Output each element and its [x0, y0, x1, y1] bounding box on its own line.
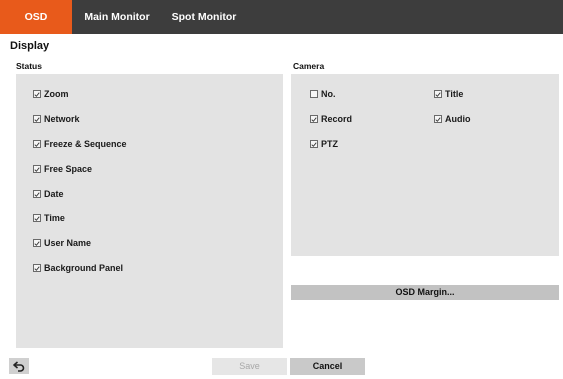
checkbox-zoom[interactable]: Zoom — [33, 89, 69, 99]
checkbox-icon[interactable] — [33, 239, 41, 247]
checkbox-label: Zoom — [44, 89, 69, 99]
checkbox-date[interactable]: Date — [33, 189, 64, 199]
tab-bar: OSD Main Monitor Spot Monitor — [0, 0, 563, 34]
checkbox-freeze-sequence[interactable]: Freeze & Sequence — [33, 139, 127, 149]
checkbox-icon[interactable] — [310, 90, 318, 98]
checkbox-icon[interactable] — [434, 115, 442, 123]
status-label: Status — [16, 61, 42, 71]
checkbox-icon[interactable] — [310, 140, 318, 148]
checkbox-icon[interactable] — [33, 190, 41, 198]
save-button[interactable]: Save — [212, 358, 287, 375]
back-arrow-icon — [13, 360, 25, 372]
checkbox-label: No. — [321, 89, 336, 99]
checkbox-label: PTZ — [321, 139, 338, 149]
checkbox-icon[interactable] — [33, 90, 41, 98]
checkbox-label: Time — [44, 213, 65, 223]
checkbox-icon[interactable] — [33, 115, 41, 123]
checkbox-record[interactable]: Record — [310, 114, 352, 124]
checkbox-icon[interactable] — [33, 165, 41, 173]
section-title: Display — [10, 40, 50, 52]
checkbox-label: Network — [44, 114, 80, 124]
checkbox-title[interactable]: Title — [434, 89, 463, 99]
checkbox-label: Freeze & Sequence — [44, 139, 127, 149]
checkbox-time[interactable]: Time — [33, 213, 65, 223]
camera-label: Camera — [293, 61, 325, 71]
tab-spot-monitor[interactable]: Spot Monitor — [162, 0, 246, 34]
checkbox-label: Free Space — [44, 164, 93, 174]
checkbox-label: Record — [321, 114, 353, 124]
back-button[interactable] — [9, 358, 29, 374]
checkbox-label: User Name — [44, 238, 92, 248]
tab-main-monitor[interactable]: Main Monitor — [72, 0, 162, 34]
checkbox-user-name[interactable]: User Name — [33, 238, 91, 248]
osd-margin-button[interactable]: OSD Margin... — [291, 285, 559, 300]
checkbox-icon[interactable] — [33, 140, 41, 148]
checkbox-label: Date — [44, 189, 64, 199]
checkbox-network[interactable]: Network — [33, 114, 80, 124]
cancel-button[interactable]: Cancel — [290, 358, 365, 375]
checkbox-icon[interactable] — [33, 214, 41, 222]
checkbox-label: Audio — [445, 114, 471, 124]
checkbox-icon[interactable] — [310, 115, 318, 123]
checkbox-no[interactable]: No. — [310, 89, 336, 99]
checkbox-label: Background Panel — [44, 263, 124, 273]
checkbox-icon[interactable] — [434, 90, 442, 98]
checkbox-label: Title — [445, 89, 464, 99]
tab-osd[interactable]: OSD — [0, 0, 72, 34]
checkbox-ptz[interactable]: PTZ — [310, 139, 338, 149]
checkbox-audio[interactable]: Audio — [434, 114, 471, 124]
checkbox-background-panel[interactable]: Background Panel — [33, 263, 123, 273]
camera-panel — [291, 74, 559, 256]
checkbox-free-space[interactable]: Free Space — [33, 164, 92, 174]
checkbox-icon[interactable] — [33, 264, 41, 272]
